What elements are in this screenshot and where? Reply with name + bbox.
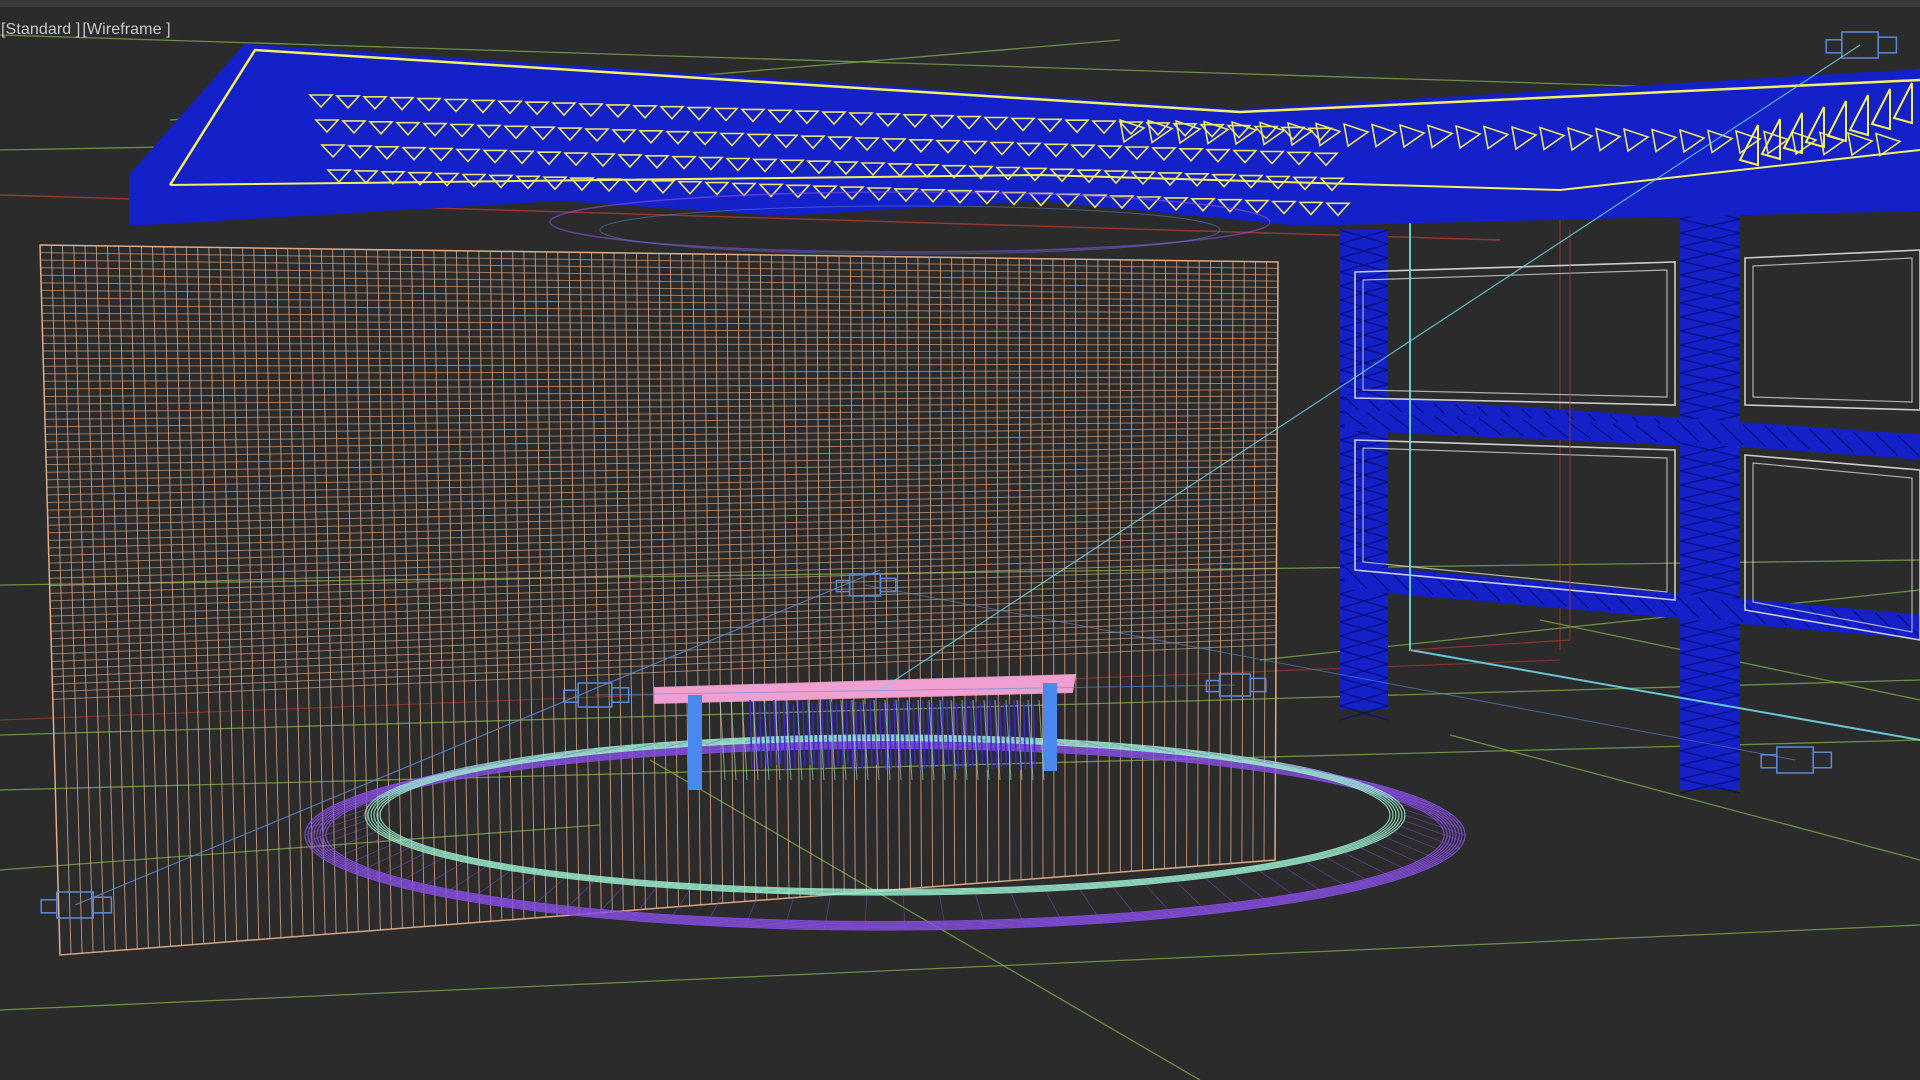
ring-segment	[1384, 836, 1443, 862]
desk-panel-line	[936, 703, 940, 767]
desk-leg-right	[1043, 683, 1057, 771]
desk-panel-line	[845, 699, 849, 765]
viewport-shading-menu[interactable]: [Wireframe ]	[82, 21, 170, 39]
camera-lens	[1812, 751, 1833, 769]
overhead-truss[interactable]	[129, 43, 1920, 255]
ring-segment	[372, 852, 427, 880]
window-frame	[1354, 261, 1676, 406]
ring-segment	[1343, 852, 1398, 880]
truss-light-ring-inner	[599, 205, 1221, 255]
ring-segment	[1359, 847, 1416, 874]
desk-panel-line	[802, 700, 806, 767]
wall-column-line	[50, 245, 72, 955]
ring-segment	[1373, 842, 1431, 868]
outer-ring-line	[325, 747, 1445, 923]
ring-segment	[310, 803, 371, 823]
camera-mount	[1760, 754, 1778, 769]
camera-mount	[1825, 39, 1843, 54]
wall-column-line	[197, 247, 216, 943]
camera-lens	[1877, 36, 1898, 54]
wall-column-line	[95, 245, 116, 951]
truss-band-body	[1344, 564, 1920, 640]
camera-mount	[40, 899, 58, 914]
wireframe-viewport-canvas[interactable]	[0, 0, 1920, 1080]
ring-segment	[1399, 803, 1460, 823]
truss-tower	[1339, 229, 1389, 721]
overhead-truss-body	[129, 43, 1920, 227]
desk-leg-left	[688, 695, 702, 790]
desk-panel-line	[888, 703, 892, 770]
desk-panel-line	[989, 699, 993, 770]
desk-panel-line	[893, 699, 897, 769]
ring-segment	[1325, 857, 1378, 886]
desk-panel-line	[878, 701, 883, 765]
desk-panel-line	[835, 702, 840, 767]
floor-ring[interactable]	[304, 734, 1466, 931]
wall-column-line	[118, 246, 138, 950]
desk-panel-line	[902, 701, 907, 767]
desk-panel-line	[1013, 699, 1017, 765]
window-frame-inner	[1752, 257, 1913, 403]
wall-row-line	[42, 343, 1278, 346]
desk-panel-line	[955, 702, 960, 770]
desk-panel-line	[912, 703, 916, 765]
desk-panel-line	[970, 700, 974, 767]
desk-panel-line	[1003, 702, 1008, 767]
window-frame	[1744, 249, 1920, 411]
desk-panel-line	[922, 700, 926, 770]
camera-bottom-right	[1760, 746, 1833, 774]
desk-panel-line	[946, 700, 950, 765]
desk-panel-line	[859, 702, 864, 769]
wall-row-line	[43, 357, 1278, 360]
camera-lens	[1249, 677, 1267, 693]
viewport-menu-label[interactable]: [Standard ] [Wireframe ]	[1, 21, 171, 39]
led-wall-mesh[interactable]	[39, 244, 1279, 956]
desk-panel-line	[965, 699, 969, 768]
window-frame-inner	[1752, 462, 1913, 633]
desk-panel-line	[1022, 701, 1027, 770]
wall-column-line	[422, 250, 436, 926]
viewport-camera-menu[interactable]: [Standard ]	[1, 21, 80, 39]
camera-mount	[1205, 679, 1221, 693]
truss-tower	[1679, 204, 1741, 794]
desk-panel-line	[758, 701, 763, 769]
truss-band	[1344, 564, 1920, 640]
desk-panel-line	[816, 703, 820, 771]
3d-viewport-app: [Standard ] [Wireframe ]	[0, 0, 1920, 1080]
camera-top-right	[1825, 31, 1898, 59]
ring-segment	[354, 847, 411, 874]
desk-panel-line	[998, 701, 1003, 768]
window-frame-inner	[1362, 269, 1668, 398]
desk-panel-line	[979, 702, 984, 765]
desk-panel-line	[1032, 703, 1036, 768]
desk-panel-line	[792, 703, 796, 769]
ring-segment	[1305, 861, 1355, 892]
wall-column-line	[73, 245, 94, 953]
desk-panel-line	[749, 699, 753, 771]
desk-panel-line	[778, 700, 782, 765]
wall-column-line	[174, 246, 193, 945]
